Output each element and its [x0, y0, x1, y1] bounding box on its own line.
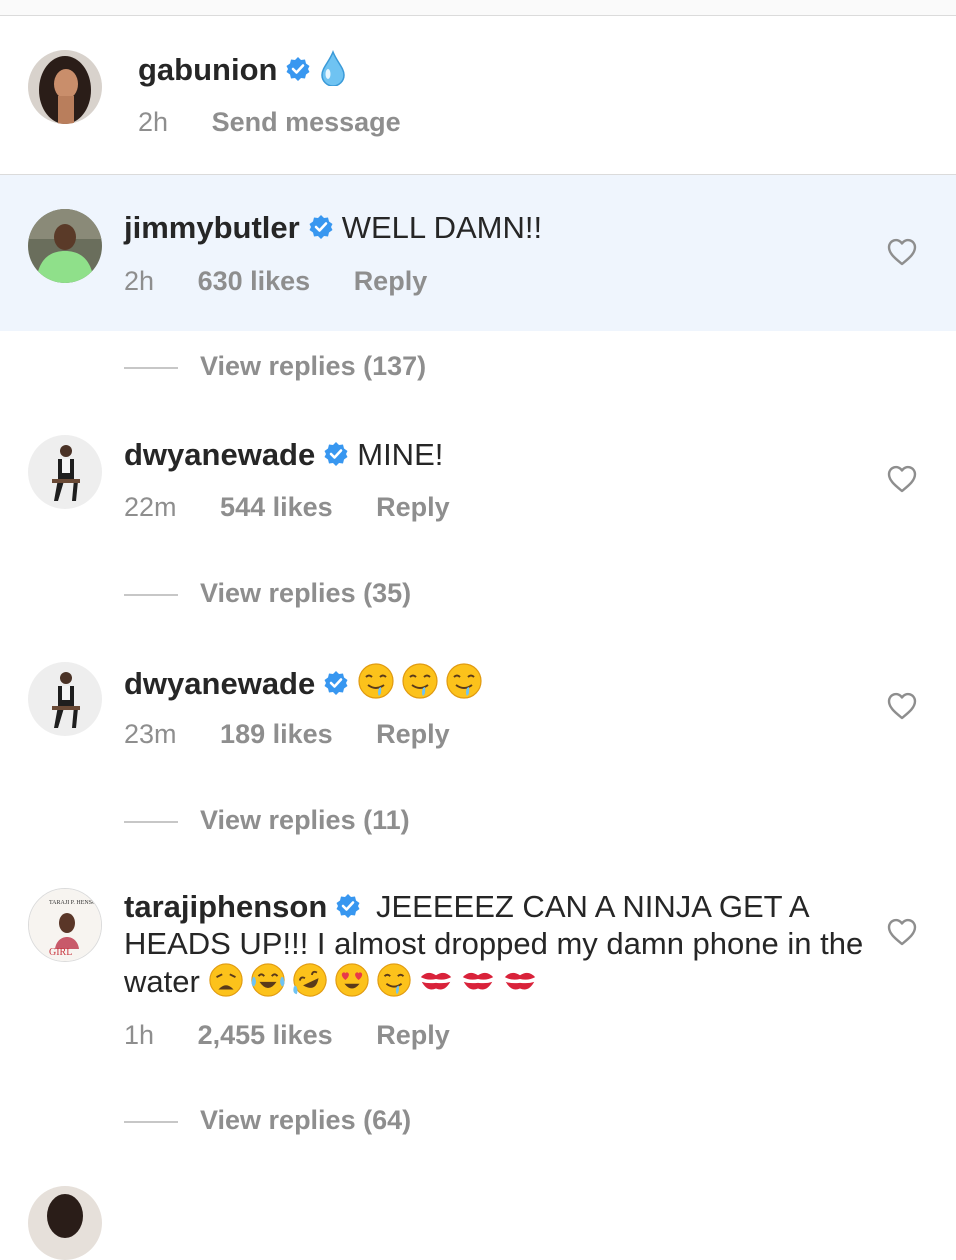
- send-message-link[interactable]: Send message: [212, 107, 401, 137]
- avatar-book-title: TARAJI P. HENSON: [49, 900, 101, 906]
- avatar-dwyanewade[interactable]: [28, 435, 102, 509]
- view-replies-label: View replies (64): [200, 1105, 412, 1135]
- avatar-gabunion[interactable]: [28, 50, 102, 124]
- post-caption: gabunion 2h Send message: [0, 16, 956, 175]
- avatar-jimmybutler[interactable]: [28, 209, 102, 283]
- comment-time: 23m: [124, 719, 177, 749]
- avatar-dwyanewade[interactable]: [28, 662, 102, 736]
- view-replies-label: View replies (11): [200, 805, 410, 835]
- replies-dash: [124, 366, 178, 369]
- comment-username[interactable]: dwyanewade: [124, 437, 315, 472]
- reply-button[interactable]: Reply: [354, 266, 428, 296]
- like-heart-icon[interactable]: [886, 464, 918, 494]
- avatar-image: [28, 50, 102, 124]
- comment-username[interactable]: dwyanewade: [124, 666, 315, 701]
- view-replies-link[interactable]: View replies (11): [124, 805, 410, 836]
- kiss-mark-icon: [502, 962, 538, 1006]
- comment-body: JEEEEEZ CAN A NINJA GET A HEADS UP!!! I …: [124, 888, 864, 1006]
- replies-dash: [124, 1120, 178, 1123]
- avatar-image: [28, 435, 102, 509]
- reply-button[interactable]: Reply: [376, 1020, 450, 1050]
- reply-button[interactable]: Reply: [376, 719, 450, 749]
- view-replies-link[interactable]: View replies (35): [124, 578, 411, 609]
- avatar-image: TARAJI P. HENSON GIRL: [29, 889, 101, 961]
- avatar-image: [28, 1186, 102, 1260]
- verified-badge-icon: [323, 670, 349, 711]
- comment-text: WELL DAMN!!: [341, 210, 543, 245]
- tears-of-joy-face-icon: [250, 962, 286, 1006]
- verified-badge-icon: [285, 56, 311, 97]
- droplet-icon: [319, 49, 347, 101]
- caption-time: 2h: [138, 107, 169, 137]
- comment-time: 2h: [124, 266, 155, 296]
- rolling-laughing-face-icon: [292, 962, 328, 1006]
- view-replies-label: View replies (137): [200, 351, 427, 381]
- avatar-book-girl: GIRL: [49, 947, 72, 958]
- top-bar: [0, 0, 956, 16]
- drooling-face-icon: [445, 662, 483, 715]
- avatar-next-comment[interactable]: [28, 1186, 102, 1260]
- like-heart-icon[interactable]: [886, 917, 918, 947]
- view-replies-link[interactable]: View replies (64): [124, 1105, 411, 1136]
- view-replies-label: View replies (35): [200, 578, 412, 608]
- kiss-mark-icon: [418, 962, 454, 1006]
- comment-text: MINE!: [357, 437, 444, 472]
- kiss-mark-icon: [460, 962, 496, 1006]
- comment-likes[interactable]: 544 likes: [220, 492, 333, 522]
- comment-username[interactable]: jimmybutler: [124, 210, 300, 245]
- comment-likes[interactable]: 630 likes: [198, 266, 311, 296]
- caption-username[interactable]: gabunion: [138, 52, 277, 87]
- drooling-face-icon: [357, 662, 395, 715]
- comment-likes[interactable]: 2,455 likes: [198, 1020, 333, 1050]
- replies-dash: [124, 593, 178, 596]
- avatar-image: [28, 662, 102, 736]
- avatar-tarajiphenson[interactable]: TARAJI P. HENSON GIRL: [28, 888, 102, 962]
- view-replies-link[interactable]: View replies (137): [124, 351, 426, 382]
- replies-dash: [124, 820, 178, 823]
- verified-badge-icon: [308, 214, 334, 255]
- reply-button[interactable]: Reply: [376, 492, 450, 522]
- avatar-image: [28, 209, 102, 283]
- heart-eyes-face-icon: [334, 962, 370, 1006]
- verified-badge-icon: [323, 441, 349, 482]
- comment-time: 1h: [124, 1020, 155, 1050]
- drooling-face-icon: [376, 962, 412, 1006]
- like-heart-icon[interactable]: [886, 237, 918, 267]
- comment-likes[interactable]: 189 likes: [220, 719, 333, 749]
- comment-time: 22m: [124, 492, 177, 522]
- drooling-face-icon: [401, 662, 439, 715]
- like-heart-icon[interactable]: [886, 691, 918, 721]
- weary-face-icon: [208, 962, 244, 1006]
